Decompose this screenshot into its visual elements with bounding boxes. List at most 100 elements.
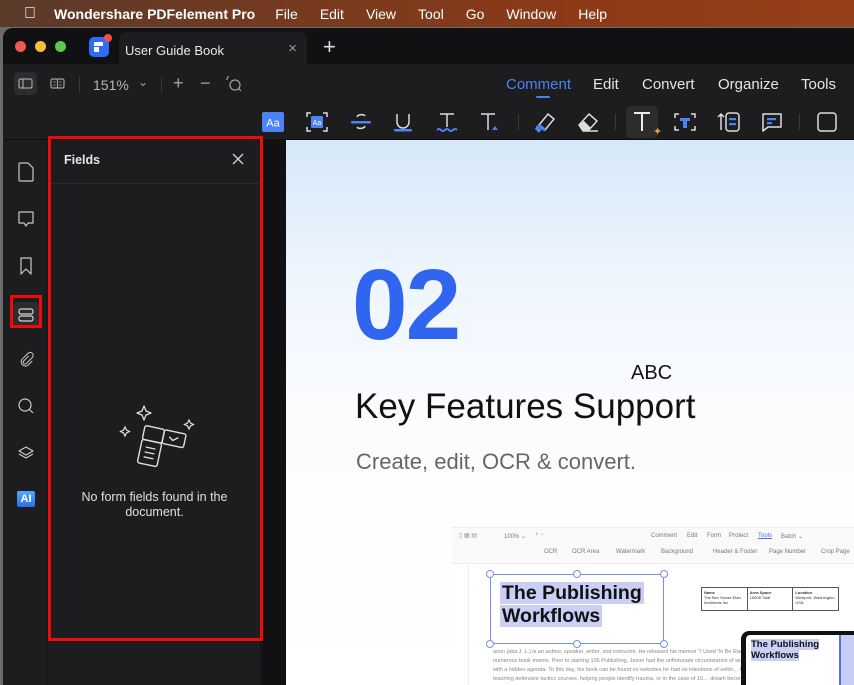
sidebar-layers-button[interactable]	[15, 442, 37, 464]
menu-edit[interactable]: Edit	[320, 6, 344, 22]
screenshot-tab-protect: Protect	[729, 533, 749, 539]
underline-button[interactable]	[389, 108, 417, 136]
callout-icon	[717, 112, 740, 132]
screenshot-tool-watermark: Watermark	[616, 549, 646, 555]
app-window: User Guide Book × + 151% ⌄ + − Comment E…	[3, 28, 854, 685]
resize-handle	[486, 640, 494, 648]
zoom-level[interactable]: 151%	[93, 77, 129, 93]
toolbar-divider	[161, 77, 162, 93]
menu-go[interactable]: Go	[466, 6, 485, 22]
menu-view[interactable]: View	[366, 6, 396, 22]
sidebar-fields-button[interactable]	[13, 302, 39, 328]
document-tab[interactable]: User Guide Book ×	[119, 32, 307, 64]
tablet-title: The Publishing Workflows	[751, 639, 820, 661]
sidebar-toggle-button[interactable]	[14, 72, 37, 95]
embedded-app-screenshot: ▯ ▦ ▤ 100% ⌄ + − Comment Edit Form Prote…	[451, 527, 854, 685]
left-sidebar: AI	[3, 140, 47, 685]
screenshot-tab-batch: Batch ⌄	[781, 534, 804, 540]
squiggly-button[interactable]	[433, 108, 461, 136]
shape-button[interactable]	[813, 108, 841, 136]
menu-file[interactable]: File	[275, 6, 298, 22]
minimize-window-button[interactable]	[35, 41, 46, 52]
callout-button[interactable]	[715, 108, 743, 136]
zoom-in-button[interactable]: +	[173, 73, 184, 94]
resize-handle	[660, 570, 668, 578]
form-fields-icon	[18, 308, 34, 322]
screenshot-tab-tools: Tools	[758, 533, 773, 539]
screenshot-zoom: 100% ⌄	[504, 534, 527, 540]
text-box-icon	[674, 113, 696, 131]
toolbar-divider	[518, 114, 519, 130]
toolbar-divider	[79, 77, 80, 93]
screenshot-tool-header-footer: Header & Footer	[713, 549, 758, 555]
pdf-page[interactable]: 02 ABC Key Features Support Create, edit…	[286, 140, 854, 685]
screenshot-tool-ocr: OCR	[544, 549, 558, 555]
tab-organize[interactable]: Organize	[718, 76, 779, 93]
form-fields-sparkle-icon	[119, 405, 195, 468]
active-tab-indicator	[536, 96, 550, 98]
new-tab-button[interactable]: +	[323, 34, 336, 60]
sticky-note-icon	[762, 113, 782, 132]
sidebar-attachments-button[interactable]	[15, 348, 37, 370]
info-table: Name The Bex House Elan Architects Inc Ar…	[701, 587, 839, 611]
page-layout-button[interactable]	[46, 72, 69, 95]
highlight-text-icon: Aa	[262, 112, 284, 132]
zoom-fit-icon	[226, 76, 242, 92]
tab-edit[interactable]: Edit	[593, 76, 619, 93]
resize-handle	[573, 570, 581, 578]
sticky-note-button[interactable]	[758, 108, 786, 136]
pdfelement-app-icon	[89, 34, 112, 57]
tab-bar: User Guide Book × +	[3, 28, 854, 64]
strikethrough-icon	[351, 113, 371, 130]
macos-menubar:  Wondershare PDFelement Pro File Edit V…	[0, 0, 854, 27]
table-cell: Area Space 1500ft Total	[748, 588, 794, 610]
zoom-dropdown-chevron-icon[interactable]: ⌄	[138, 75, 148, 89]
tablet-mockup: The Publishing Workflows	[741, 631, 854, 685]
fit-zoom-button[interactable]	[224, 74, 244, 94]
section-number: 02	[352, 249, 461, 361]
eraser-button[interactable]	[574, 108, 602, 136]
highlight-text-button[interactable]: Aa	[259, 108, 287, 136]
menu-help[interactable]: Help	[578, 6, 607, 22]
insert-text-button[interactable]	[475, 108, 503, 136]
sidebar-ai-button[interactable]: AI	[15, 488, 37, 510]
comment-bubble-icon	[18, 211, 34, 227]
close-panel-button[interactable]	[230, 151, 246, 167]
eraser-icon	[578, 112, 599, 132]
sidebar-pages-button[interactable]	[15, 161, 37, 183]
fields-panel: Fields No form fields found in the docum…	[48, 140, 261, 685]
sidebar-comments-button[interactable]	[15, 208, 37, 230]
publishing-title: The Publishing Workflows	[500, 582, 644, 628]
tab-title: User Guide Book	[125, 43, 224, 58]
tab-tools[interactable]: Tools	[801, 76, 836, 93]
panel-title: Fields	[64, 153, 101, 167]
menu-window[interactable]: Window	[506, 6, 556, 22]
menu-tool[interactable]: Tool	[418, 6, 444, 22]
screenshot-tab-edit: Edit	[687, 533, 698, 539]
tab-comment[interactable]: Comment	[506, 76, 571, 93]
app-name-menu[interactable]: Wondershare PDFelement Pro	[54, 6, 255, 22]
pin-icon: ✦	[653, 126, 663, 138]
sidebar-toggle-icon	[18, 78, 33, 89]
close-window-button[interactable]	[15, 41, 26, 52]
layers-icon	[18, 446, 34, 459]
screenshot-tool-crop-page: Crop Page	[821, 549, 850, 555]
zoom-window-button[interactable]	[55, 41, 66, 52]
strikethrough-button[interactable]	[347, 108, 375, 136]
sidebar-bookmarks-button[interactable]	[15, 255, 37, 277]
pen-button[interactable]	[531, 108, 559, 136]
paperclip-icon	[20, 351, 34, 367]
screenshot-tab-comment: Comment	[651, 533, 678, 539]
sidebar-search-button[interactable]	[15, 395, 37, 417]
screenshot-toolbar: ▯ ▦ ▤ 100% ⌄ + − Comment Edit Form Prote…	[451, 528, 854, 564]
screenshot-tool-background: Background	[661, 549, 694, 555]
area-highlight-button[interactable]: Aa	[303, 108, 331, 136]
text-box-button[interactable]	[671, 108, 699, 136]
tab-convert[interactable]: Convert	[642, 76, 695, 93]
search-icon	[18, 398, 34, 414]
apple-icon[interactable]: 	[20, 5, 40, 23]
zoom-out-button[interactable]: −	[200, 73, 211, 94]
close-tab-icon[interactable]: ×	[288, 40, 297, 57]
resize-handle	[573, 640, 581, 648]
page-subheading: Create, edit, OCR & convert.	[356, 449, 636, 474]
